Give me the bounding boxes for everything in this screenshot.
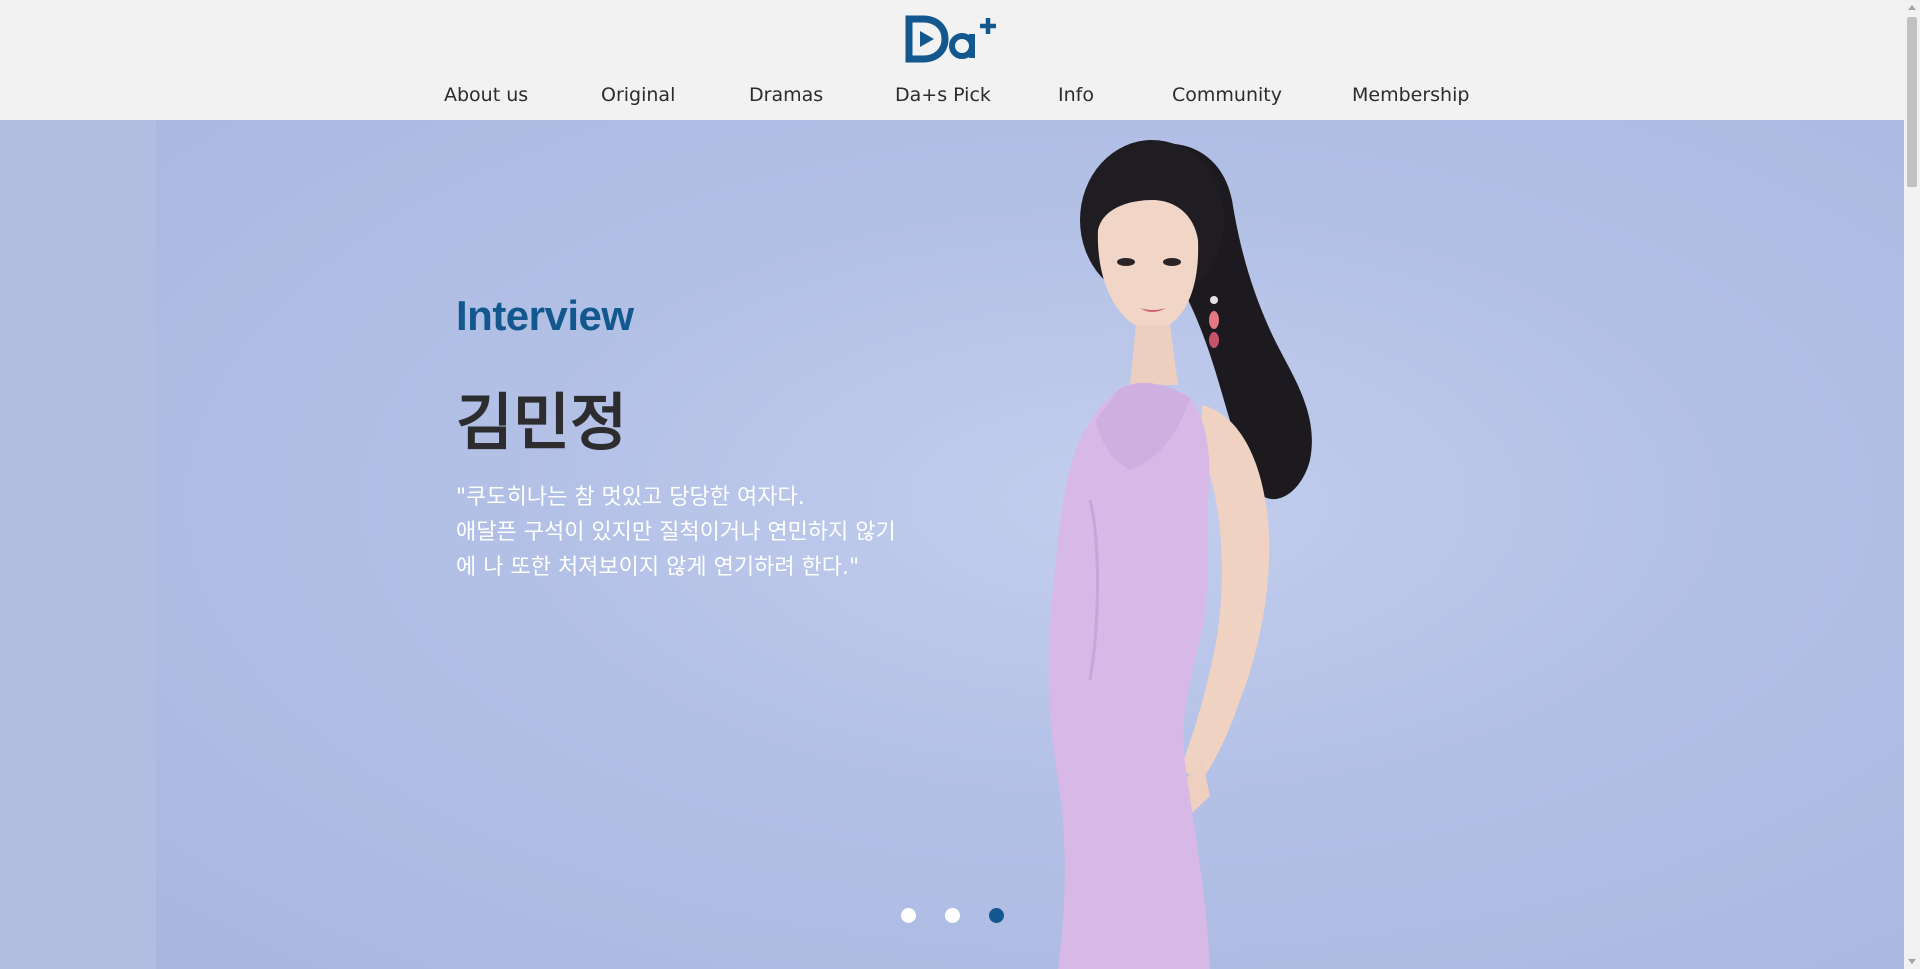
quote-line: 애달픈 구석이 있지만 질척이거나 연민하지 않기 xyxy=(456,520,896,545)
hero-side-band xyxy=(0,120,156,969)
nav-community[interactable]: Community xyxy=(1172,84,1282,106)
interviewee-name: 김민정 xyxy=(456,386,628,459)
da-plus-logo[interactable] xyxy=(905,14,997,64)
site-header: About us Original Dramas Da+s Pick Info … xyxy=(0,0,1904,120)
scroll-down-arrow-icon[interactable] xyxy=(1908,959,1916,964)
section-kicker: Interview xyxy=(456,292,634,339)
scroll-thumb[interactable] xyxy=(1907,17,1917,187)
nav-dramas[interactable]: Dramas xyxy=(749,84,823,106)
nav-about-us[interactable]: About us xyxy=(444,84,528,106)
page-scrollbar[interactable] xyxy=(1904,0,1920,969)
nav-original[interactable]: Original xyxy=(601,84,675,106)
carousel-dot-2[interactable] xyxy=(945,908,960,923)
quote-line: 에 나 또한 처져보이지 않게 연기하려 한다." xyxy=(456,555,860,580)
interview-portrait-image xyxy=(1048,140,1312,969)
hero-carousel: Interview 김민정 "쿠도히나는 참 멋있고 당당한 여자다. 애달픈 … xyxy=(0,120,1904,969)
interview-quote: "쿠도히나는 참 멋있고 당당한 여자다. 애달픈 구석이 있지만 질척이거나 … xyxy=(456,480,976,585)
nav-das-pick[interactable]: Da+s Pick xyxy=(895,84,991,106)
main-nav: About us Original Dramas Da+s Pick Info … xyxy=(0,84,1904,114)
carousel-dot-3[interactable] xyxy=(989,908,1004,923)
nav-info[interactable]: Info xyxy=(1058,84,1094,106)
carousel-dot-1[interactable] xyxy=(901,908,916,923)
quote-line: "쿠도히나는 참 멋있고 당당한 여자다. xyxy=(456,485,805,510)
scroll-up-arrow-icon[interactable] xyxy=(1908,5,1916,10)
carousel-pagination xyxy=(893,908,1013,924)
nav-membership[interactable]: Membership xyxy=(1352,84,1469,106)
